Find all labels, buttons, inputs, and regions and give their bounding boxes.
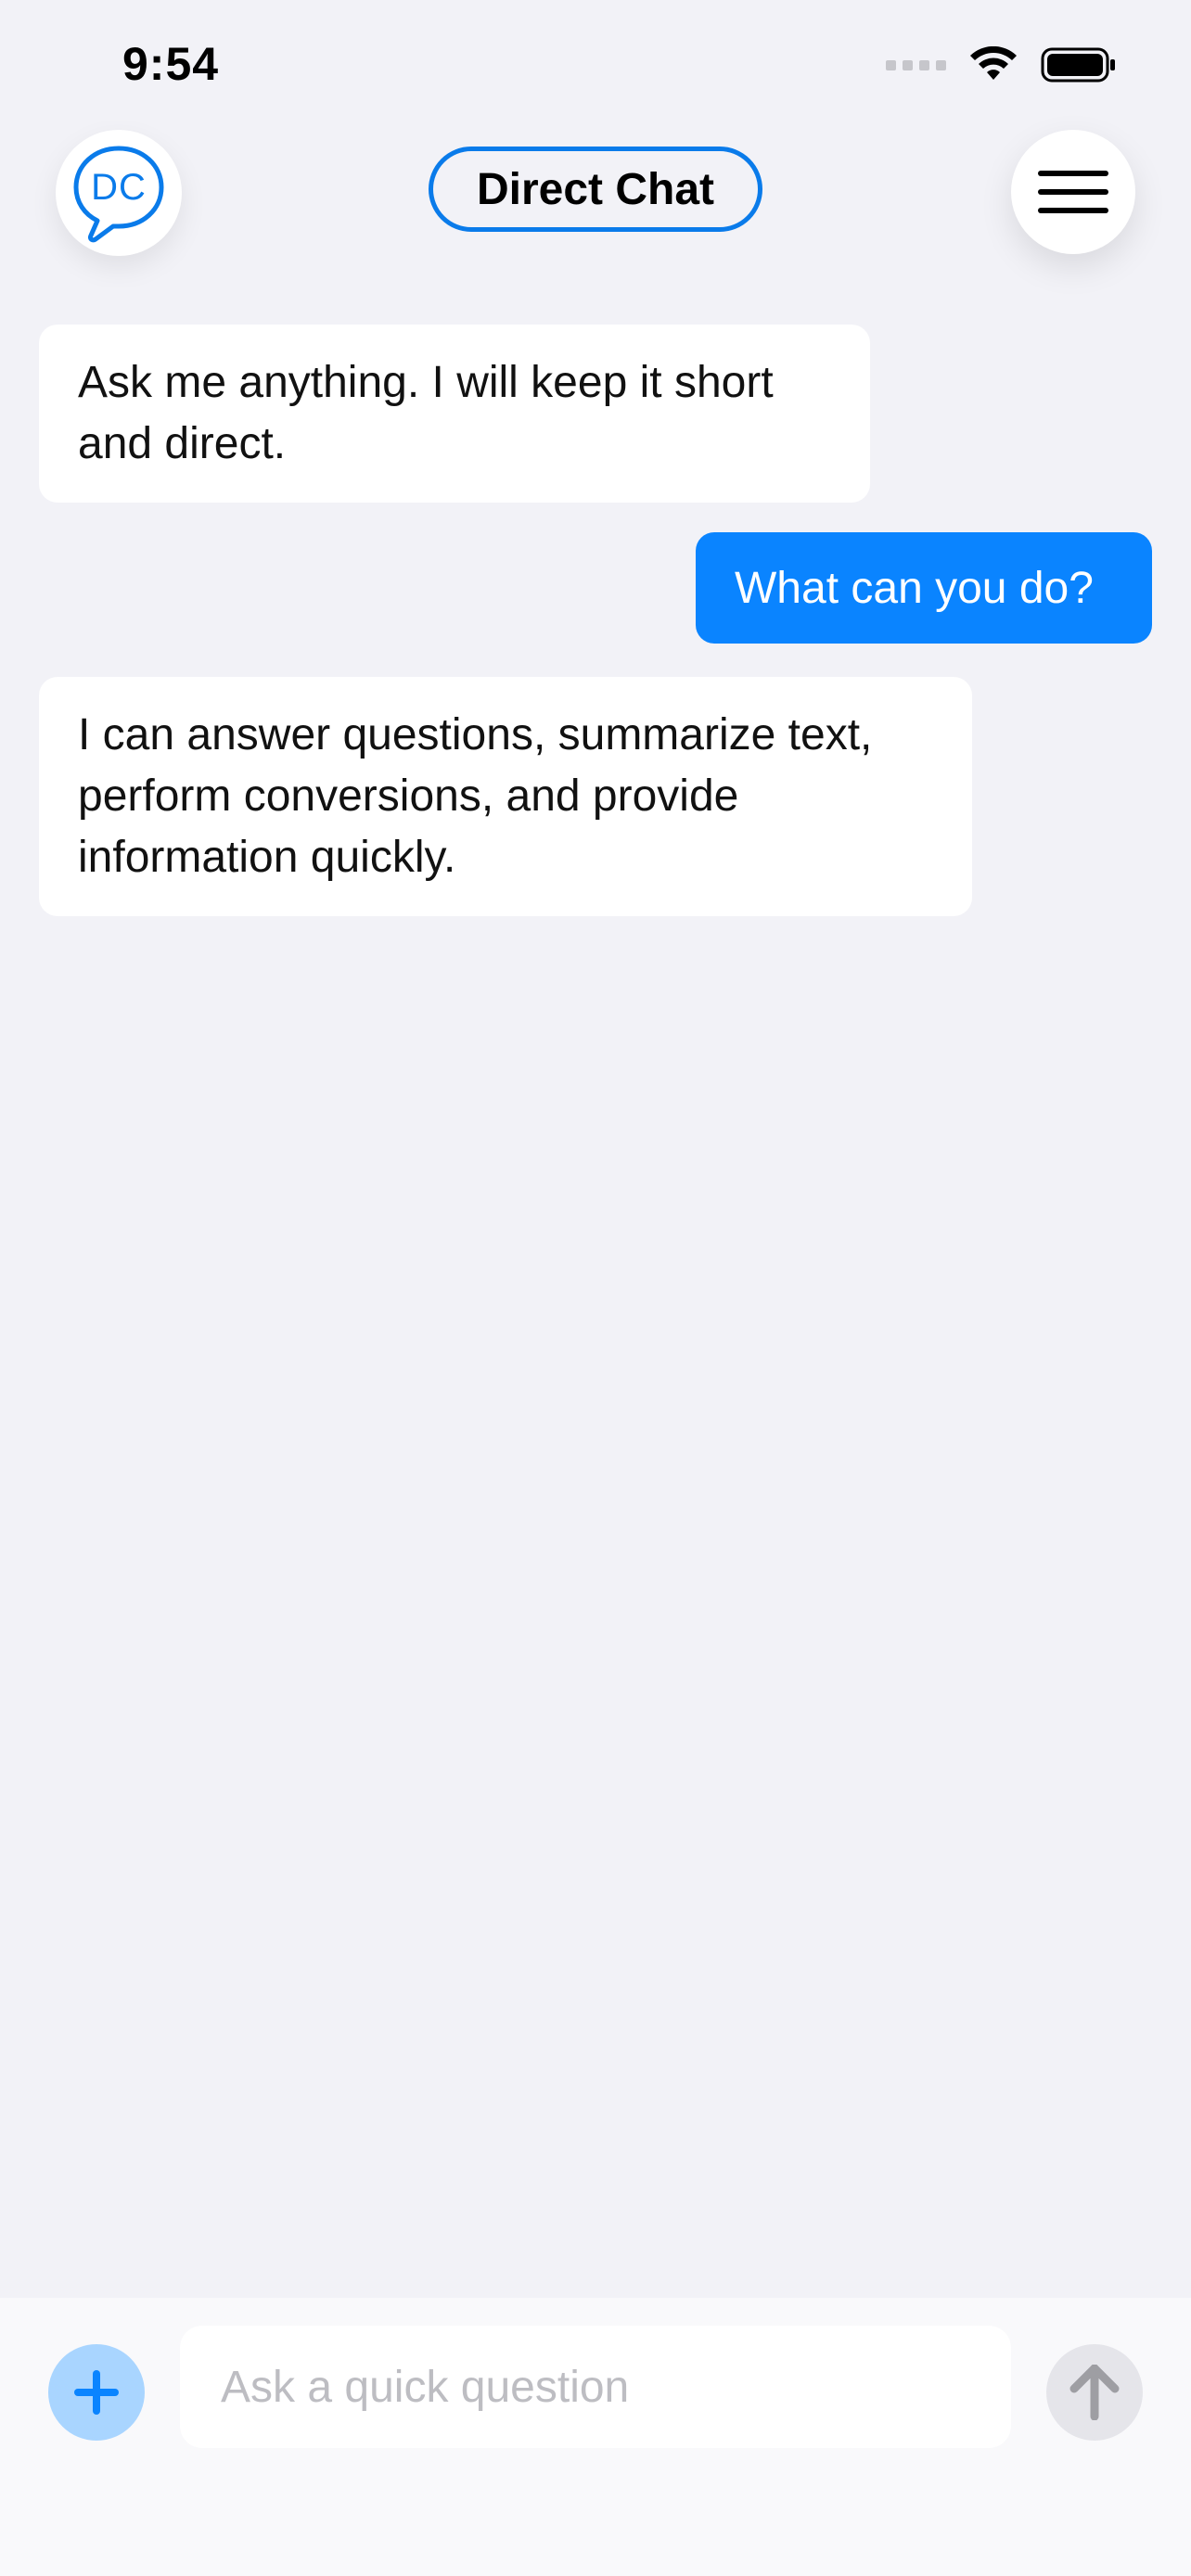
question-input[interactable]: [180, 2326, 1011, 2448]
header: DC Direct Chat: [0, 130, 1191, 260]
battery-icon: [1041, 47, 1115, 83]
status-icons: [886, 46, 1117, 83]
cellular-signal-icon: [886, 59, 946, 70]
bot-message: Ask me anything. I will keep it short an…: [39, 325, 870, 503]
app-avatar[interactable]: DC: [56, 130, 182, 256]
user-message: What can you do?: [696, 532, 1152, 644]
send-button[interactable]: [1046, 2344, 1143, 2441]
composer-bar: [0, 2298, 1191, 2576]
bot-message: I can answer questions, summarize text, …: [39, 677, 972, 916]
avatar-initials: DC: [91, 166, 147, 208]
status-bar: 9:54: [0, 0, 1191, 130]
status-time: 9:54: [122, 38, 220, 90]
menu-button[interactable]: [1011, 130, 1135, 254]
wifi-icon: [970, 46, 1017, 80]
page-title: Direct Chat: [429, 147, 762, 232]
add-attachment-button[interactable]: [48, 2344, 145, 2441]
hamburger-menu-icon: [1038, 171, 1108, 213]
plus-icon: [74, 2370, 119, 2415]
arrow-up-icon: [1069, 2365, 1120, 2420]
